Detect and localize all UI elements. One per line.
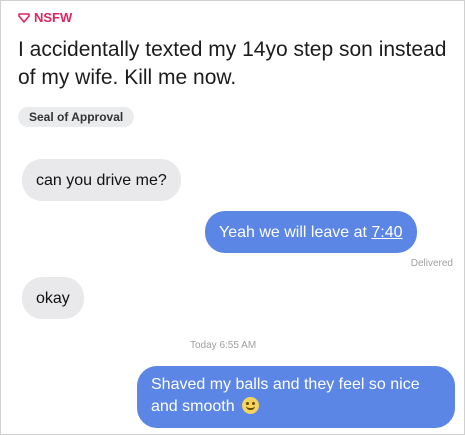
message-text-prefix: Yeah we will leave at xyxy=(219,223,372,241)
delivered-status: Delivered xyxy=(410,258,453,269)
message-text: Shaved my balls and they feel so nice an… xyxy=(151,376,420,415)
incoming-message: can you drive me? xyxy=(22,159,181,201)
message-text: okay xyxy=(36,289,70,307)
nsfw-tag: NSFW xyxy=(18,10,72,25)
post-title[interactable]: I accidentally texted my 14yo step son i… xyxy=(18,36,458,92)
nsfw-label: NSFW xyxy=(34,10,73,25)
outgoing-message: Yeah we will leave at 7:40 xyxy=(205,211,417,253)
message-text: can you drive me? xyxy=(36,171,167,189)
message-text: Yeah we will leave at 7:40 xyxy=(219,222,403,243)
time-link[interactable]: 7:40 xyxy=(371,224,402,241)
outgoing-message: Shaved my balls and they feel so nice an… xyxy=(137,366,455,428)
post-flair[interactable]: Seal of Approval xyxy=(18,107,135,127)
nsfw-icon xyxy=(18,12,30,23)
grinning-emoji-icon xyxy=(242,397,260,414)
message-timestamp: Today 6:55 AM xyxy=(190,340,257,351)
incoming-message: okay xyxy=(22,277,84,319)
